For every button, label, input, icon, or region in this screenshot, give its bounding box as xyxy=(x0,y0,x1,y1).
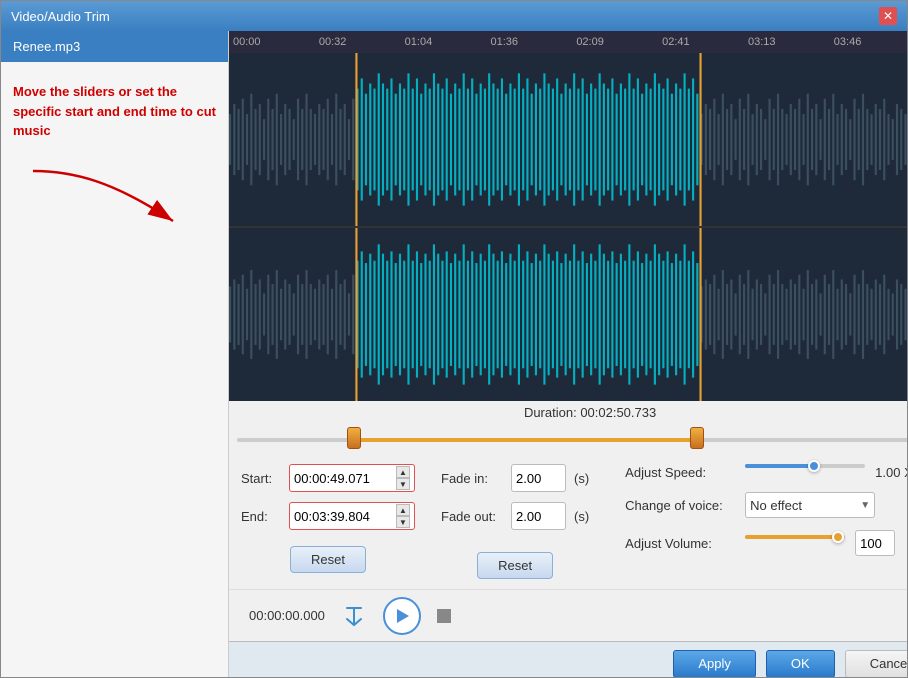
playback-bar: 00:00:00.000 xyxy=(229,589,907,641)
fade-in-input-wrap[interactable] xyxy=(511,464,566,492)
timeline-mark-5: 02:41 xyxy=(662,36,690,48)
play-triangle-icon xyxy=(397,609,409,623)
right-panel: 00:00 00:32 01:04 01:36 02:09 02:41 03:1… xyxy=(229,31,907,677)
speed-unit: X xyxy=(904,465,907,480)
ok-button[interactable]: OK xyxy=(766,650,835,678)
voice-select[interactable]: No effect ▼ xyxy=(745,492,875,518)
timeline-mark-0: 00:00 xyxy=(233,36,261,48)
voice-dropdown-arrow: ▼ xyxy=(860,500,870,511)
fade-out-input-wrap[interactable] xyxy=(511,502,566,530)
export-button[interactable] xyxy=(341,603,367,629)
fade-in-input[interactable] xyxy=(516,471,556,486)
volume-slider-thumb[interactable] xyxy=(832,531,844,543)
volume-slider-track xyxy=(745,535,845,539)
duration-value: 00:02:50.733 xyxy=(580,405,656,420)
timeline-mark-1: 00:32 xyxy=(319,36,347,48)
timeline-mark-4: 02:09 xyxy=(576,36,604,48)
cancel-button[interactable]: Cancel xyxy=(845,650,907,678)
waveform-svg-2 xyxy=(229,228,907,401)
red-arrow-icon xyxy=(13,161,213,241)
slider-handle-right[interactable] xyxy=(690,427,704,449)
waveform-track-1 xyxy=(229,53,907,226)
timeline: 00:00 00:32 01:04 01:36 02:09 02:41 03:1… xyxy=(229,31,907,53)
reset-trim-button[interactable]: Reset xyxy=(290,546,366,573)
volume-label: Adjust Volume: xyxy=(625,536,735,551)
end-spinner-up[interactable]: ▲ xyxy=(396,504,410,516)
fade-in-unit: (s) xyxy=(574,471,589,486)
export-icon xyxy=(343,605,365,627)
timeline-mark-7: 03:46 xyxy=(834,36,862,48)
start-spinner-down[interactable]: ▼ xyxy=(396,478,410,490)
fade-in-label: Fade in: xyxy=(441,471,503,486)
fade-out-label: Fade out: xyxy=(441,509,503,524)
speed-label: Adjust Speed: xyxy=(625,465,735,480)
fade-in-row: Fade in: (s) xyxy=(441,464,589,492)
speed-slider-track xyxy=(745,464,865,468)
waveform-track-2 xyxy=(229,226,907,401)
reset-fade-button[interactable]: Reset xyxy=(477,552,553,579)
bottom-bar: Apply OK Cancel xyxy=(229,641,907,677)
waveform-tracks xyxy=(229,53,907,401)
end-spinner[interactable]: ▲ ▼ xyxy=(396,504,410,528)
end-input-wrap[interactable]: ▲ ▼ xyxy=(289,502,415,530)
end-time-input[interactable] xyxy=(294,509,394,524)
playback-time: 00:00:00.000 xyxy=(249,608,325,623)
close-button[interactable]: ✕ xyxy=(879,7,897,25)
speed-row: Adjust Speed: 1.00 X xyxy=(625,464,907,480)
apply-button[interactable]: Apply xyxy=(673,650,756,678)
timeline-mark-6: 03:13 xyxy=(748,36,776,48)
start-spinner[interactable]: ▲ ▼ xyxy=(396,466,410,490)
volume-input-wrap[interactable] xyxy=(855,530,895,556)
sidebar: Renee.mp3 Move the sliders or set the sp… xyxy=(1,31,229,677)
fade-out-input[interactable] xyxy=(516,509,556,524)
voice-row: Change of voice: No effect ▼ xyxy=(625,492,907,518)
speed-slider-thumb[interactable] xyxy=(808,460,820,472)
slider-section: Duration: 00:02:50.733 xyxy=(229,401,907,454)
fade-out-row: Fade out: (s) xyxy=(441,502,589,530)
end-row: End: ▲ ▼ xyxy=(241,502,415,530)
main-content: Renee.mp3 Move the sliders or set the sp… xyxy=(1,31,907,677)
voice-select-value: No effect xyxy=(750,498,802,513)
waveform-container: 00:00 00:32 01:04 01:36 02:09 02:41 03:1… xyxy=(229,31,907,401)
speed-slider-fill xyxy=(745,464,817,468)
start-time-input[interactable] xyxy=(294,471,394,486)
volume-slider-fill xyxy=(745,535,835,539)
window-title: Video/Audio Trim xyxy=(11,9,110,24)
timeline-marks: 00:00 00:32 01:04 01:36 02:09 02:41 03:1… xyxy=(233,36,907,48)
speed-number: 1.00 xyxy=(875,465,900,480)
fade-section: Fade in: (s) Fade out: (s) xyxy=(441,464,589,579)
volume-input[interactable] xyxy=(860,536,892,551)
sidebar-file-item[interactable]: Renee.mp3 xyxy=(1,31,228,62)
main-window: Video/Audio Trim ✕ Renee.mp3 Move the sl… xyxy=(0,0,908,678)
stop-button[interactable] xyxy=(437,609,451,623)
title-bar: Video/Audio Trim ✕ xyxy=(1,1,907,31)
duration-label: Duration: xyxy=(524,405,577,420)
time-section: Start: ▲ ▼ End: xyxy=(241,464,415,579)
speed-slider[interactable] xyxy=(745,464,865,480)
instruction-text: Move the sliders or set the specific sta… xyxy=(1,62,228,161)
duration-display: Duration: 00:02:50.733 xyxy=(233,405,907,420)
volume-slider[interactable] xyxy=(745,535,845,551)
controls-area: Start: ▲ ▼ End: xyxy=(229,454,907,589)
timeline-mark-2: 01:04 xyxy=(405,36,433,48)
start-label: Start: xyxy=(241,471,281,486)
volume-row: Adjust Volume: % xyxy=(625,530,907,556)
timeline-mark-3: 01:36 xyxy=(490,36,518,48)
end-label: End: xyxy=(241,509,281,524)
end-spinner-down[interactable]: ▼ xyxy=(396,516,410,528)
trim-slider[interactable] xyxy=(233,424,907,454)
play-button[interactable] xyxy=(383,597,421,635)
start-row: Start: ▲ ▼ xyxy=(241,464,415,492)
speed-value: 1.00 X xyxy=(875,465,907,480)
right-controls: Adjust Speed: 1.00 X xyxy=(625,464,907,579)
slider-selection xyxy=(358,438,701,442)
slider-handle-left[interactable] xyxy=(347,427,361,449)
waveform-svg-1 xyxy=(229,53,907,226)
voice-label: Change of voice: xyxy=(625,498,735,513)
start-spinner-up[interactable]: ▲ xyxy=(396,466,410,478)
fade-out-unit: (s) xyxy=(574,509,589,524)
start-input-wrap[interactable]: ▲ ▼ xyxy=(289,464,415,492)
